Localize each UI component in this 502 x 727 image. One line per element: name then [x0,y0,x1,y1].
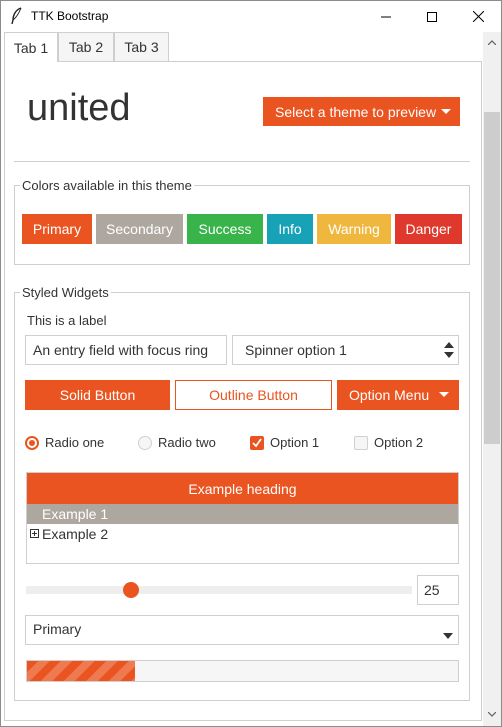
styled-widgets-group-label: Styled Widgets [20,285,111,300]
tab-2[interactable]: Tab 2 [58,32,114,61]
theme-name-heading: united [27,87,131,129]
entry-value: An entry field with focus ring [33,342,209,358]
tab-3[interactable]: Tab 3 [114,32,169,61]
button-label: Primary [32,221,82,237]
tab-label: Tab 1 [13,39,49,56]
minimize-icon [381,16,391,17]
combobox-value: Primary [33,621,82,637]
warning-button[interactable]: Warning [317,214,391,244]
tree-row-label: Example 1 [42,506,109,522]
close-icon [472,11,484,22]
success-button[interactable]: Success [187,214,263,244]
checkmark-icon [252,438,262,448]
app-window: TTK Bootstrap Tab 1 Tab 2 Tab 3 united S… [0,0,502,727]
scale-handle[interactable] [122,582,139,598]
tree-row-label: Example 2 [42,526,109,542]
caret-down-icon [439,392,449,397]
expand-icon[interactable] [30,529,39,538]
solid-button[interactable]: Solid Button [25,380,170,410]
primary-button[interactable]: Primary [22,214,92,244]
combobox[interactable]: Primary [25,615,459,645]
static-label: This is a label [27,313,107,328]
title-bar: TTK Bootstrap [1,1,501,32]
tree-row[interactable]: Example 1 [27,504,458,524]
theme-select-menu[interactable]: Select a theme to preview [263,97,460,126]
button-label: Danger [405,221,452,237]
scrollbar-thumb[interactable] [484,112,500,444]
colors-group-label: Colors available in this theme [20,178,194,193]
progress-fill [27,661,135,681]
maximize-icon [427,11,437,22]
tab-label: Tab 2 [68,39,104,55]
option2-checkbox[interactable] [354,436,368,450]
chevron-down-icon [488,712,496,717]
button-label: Warning [328,221,380,237]
spinner-arrows-icon[interactable] [444,341,454,359]
button-label: Info [278,221,302,237]
secondary-button[interactable]: Secondary [96,214,183,244]
scale-value-field[interactable]: 25 [417,575,459,605]
option-menu-label: Option Menu [349,387,430,403]
option1-checkbox[interactable] [250,436,264,450]
radio-dot [29,440,35,446]
option-menu[interactable]: Option Menu [337,380,459,410]
caret-down-icon [443,633,453,639]
info-button[interactable]: Info [267,214,313,244]
tree-heading[interactable]: Example heading [27,473,458,504]
entry-field[interactable]: An entry field with focus ring [25,335,227,365]
scroll-down-button[interactable] [483,706,501,723]
tab-label: Tab 3 [124,39,159,55]
option2-label: Option 2 [374,435,424,450]
radio-one-label: Radio one [45,435,105,450]
danger-button[interactable]: Danger [395,214,462,244]
minimize-button[interactable] [363,1,409,32]
button-label: Solid Button [59,387,136,403]
radio-two-label: Radio two [158,435,216,450]
scroll-up-button[interactable] [483,34,501,51]
progress-bar [26,660,459,682]
chevron-up-icon [488,40,496,45]
scale-track[interactable] [26,586,412,594]
spinner-value: Spinner option 1 [245,342,347,358]
treeview[interactable]: Example heading Example 1 Example 2 [26,472,459,564]
outline-button[interactable]: Outline Button [175,380,332,410]
button-label: Outline Button [209,387,298,403]
feather-icon [11,7,22,25]
radio-one[interactable] [25,436,39,450]
window-title: TTK Bootstrap [31,9,109,23]
close-button[interactable] [455,1,501,32]
theme-select-label: Select a theme to preview [275,103,437,120]
option1-label: Option 1 [270,435,320,450]
tree-heading-label: Example heading [188,480,297,497]
tab-1[interactable]: Tab 1 [4,32,58,62]
separator [14,161,470,162]
spinner-field[interactable]: Spinner option 1 [232,335,459,365]
scale-value: 25 [424,582,440,598]
button-label: Secondary [106,221,173,237]
tree-row[interactable]: Example 2 [27,524,458,544]
caret-down-icon [441,109,451,114]
vertical-scrollbar[interactable] [483,32,501,726]
radio-two[interactable] [138,436,152,450]
button-label: Success [198,221,252,237]
maximize-button[interactable] [409,1,455,32]
